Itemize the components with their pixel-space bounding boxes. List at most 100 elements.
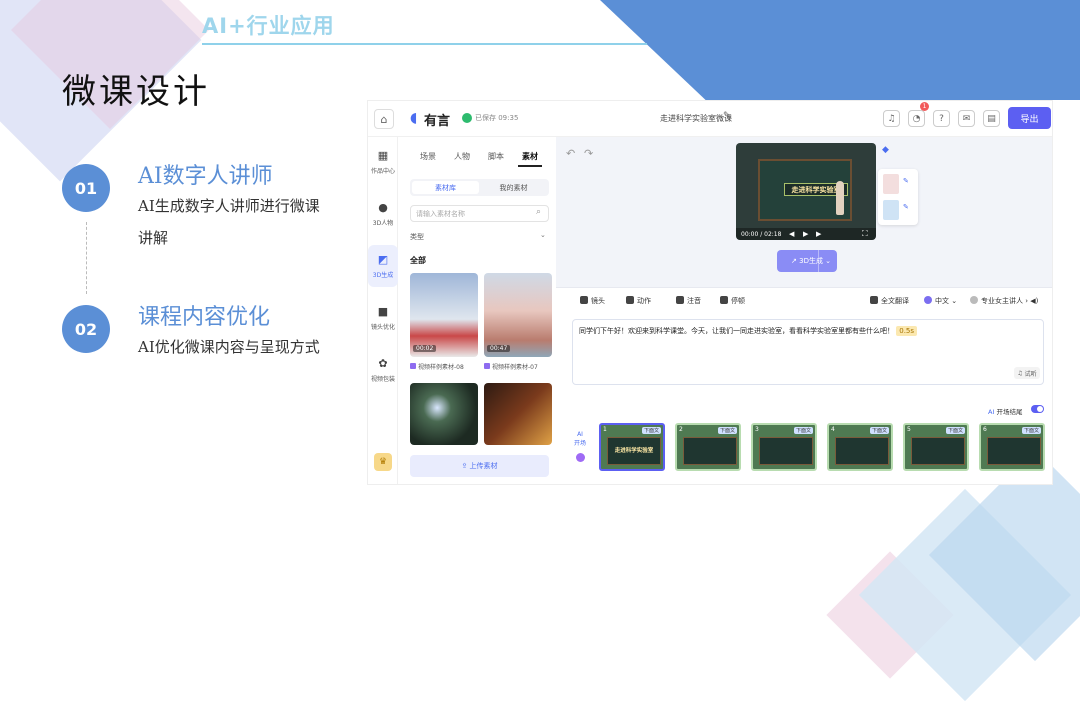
tool-shot[interactable]: 镜头 [580, 296, 605, 306]
tool-translate[interactable]: 全文翻译 [870, 296, 909, 306]
translate-icon [870, 296, 878, 304]
upload-button[interactable]: ⇪ 上传素材 [410, 455, 549, 477]
voice-select[interactable]: 专业女主讲人 › ◀) [970, 296, 1038, 306]
fullscreen-icon[interactable]: ⛶ [862, 229, 868, 239]
tool-action[interactable]: 动作 [626, 296, 651, 306]
sparkle-icon: ↗ [791, 257, 800, 265]
storyboard-frame[interactable]: 2 下面文 [675, 423, 741, 471]
pause-icon [720, 296, 728, 304]
prev-icon[interactable]: ◀ [789, 230, 794, 238]
bell-icon[interactable]: ◔ [908, 110, 925, 127]
sidebar-item-works[interactable]: ▦ 作品中心 [368, 141, 398, 183]
asset-thumbnail[interactable]: 00:47 [484, 273, 552, 357]
layer-thumb[interactable] [883, 174, 899, 194]
search-input[interactable]: 请输入素材名称 [410, 205, 549, 222]
item-description: AI优化微课内容与呈现方式 [138, 338, 320, 356]
sidebar-item-camera[interactable]: ■ 镜头优化 [368, 297, 398, 339]
headset-icon[interactable]: ♫ [883, 110, 900, 127]
layer-list: ✎ ✎ [878, 169, 918, 225]
export-button[interactable]: 导出 [1008, 107, 1051, 129]
brand-name: 有言 [424, 114, 451, 129]
film-icon: ✿ [378, 356, 388, 370]
language-select[interactable]: 中文 ⌄ [924, 296, 957, 306]
tab-assets[interactable]: 素材 [522, 151, 538, 162]
item-heading: 课程内容优化 [138, 305, 271, 330]
save-status: 已保存 09:35 [475, 114, 519, 122]
asset-thumbnail[interactable] [410, 383, 478, 445]
language-icon [924, 296, 932, 304]
ai-icon: AI [988, 408, 995, 416]
video-preview[interactable]: 走进科学实验室 00:00 / 02:18 ◀ ▶ ▶ ⛶ [736, 143, 876, 240]
video-icon [410, 363, 416, 369]
top-bar: ⌂ ◖ 有言 已保存 09:35 走进科学实验室微课 ✎ ♫ ◔ 1 ? ✉ ▤… [368, 101, 1052, 137]
grid-icon: ▦ [377, 148, 389, 162]
video-icon [484, 363, 490, 369]
asset-panel: 场景 人物 脚本 素材 素材库 我的素材 请输入素材名称 ⌕ 类型 ⌄ 全部 0… [398, 137, 556, 484]
tool-pause[interactable]: 停顿 [720, 296, 745, 306]
next-icon[interactable]: ▶ [816, 230, 821, 238]
layers-icon[interactable]: ◆ [882, 145, 889, 155]
tab-scene[interactable]: 场景 [420, 151, 436, 162]
section-tag: AI+行业应用 [202, 14, 335, 38]
listen-button[interactable]: ♫ 试听 [1014, 367, 1040, 379]
chart-icon: ◩ [377, 252, 389, 266]
sparkle-icon [576, 453, 585, 462]
home-icon[interactable]: ⌂ [374, 109, 394, 129]
chevron-down-icon[interactable]: ⌄ [540, 231, 546, 239]
upload-icon: ⇪ [461, 462, 470, 470]
edit-icon[interactable]: ✎ [723, 111, 731, 121]
headphone-icon: ♫ [1017, 369, 1023, 377]
check-icon [462, 113, 472, 123]
edit-icon[interactable]: ✎ [903, 177, 909, 185]
tab-person[interactable]: 人物 [454, 151, 470, 162]
notification-badge: 1 [920, 102, 929, 111]
document-icon[interactable]: ▤ [983, 110, 1000, 127]
storyboard-frame[interactable]: 3 下面文 [751, 423, 817, 471]
text-icon [676, 296, 684, 304]
segment-my-assets[interactable]: 我的素材 [480, 181, 547, 194]
logo-icon: ◖ [410, 110, 418, 126]
asset-thumbnail[interactable]: 00:02 [410, 273, 478, 357]
opening-ending-toggle[interactable] [1031, 405, 1044, 413]
toggle-label: AI 开场结尾 [988, 408, 1023, 416]
slide-title: 微课设计 [62, 72, 210, 112]
figure-icon [626, 296, 634, 304]
mail-icon[interactable]: ✉ [958, 110, 975, 127]
player-controls: 00:00 / 02:18 ◀ ▶ ▶ ⛶ [736, 228, 876, 240]
edit-icon[interactable]: ✎ [903, 203, 909, 211]
chevron-down-icon[interactable]: ⌄ [818, 250, 837, 272]
sidebar-item-packaging[interactable]: ✿ 视频包装 [368, 349, 398, 391]
help-icon[interactable]: ? [933, 110, 950, 127]
ai-opening-label[interactable]: AI 开场 [573, 431, 587, 447]
search-icon[interactable]: ⌕ [536, 207, 541, 217]
crown-icon[interactable]: ♛ [374, 453, 392, 471]
asset-caption: 视频样例素材-08 [410, 362, 464, 371]
pause-tag[interactable]: 0.5s [896, 326, 918, 336]
type-select[interactable]: 类型 [410, 232, 424, 242]
project-title[interactable]: 走进科学实验室微课 [660, 113, 732, 124]
storyboard-frame[interactable]: 6 下面文 [979, 423, 1045, 471]
number-badge: 01 [62, 164, 110, 212]
tool-phonetic[interactable]: 注音 [676, 296, 701, 306]
layer-thumb[interactable] [883, 200, 899, 220]
storyboard-frame[interactable]: 1 下面文 走进科学实验室 [599, 423, 665, 471]
redo-icon[interactable]: ↷ [584, 147, 593, 160]
play-icon[interactable]: ▶ [803, 230, 808, 238]
storyboard-frame[interactable]: 4 下面文 [827, 423, 893, 471]
item-description: 讲解 [138, 229, 169, 247]
item-heading: AI数字人讲师 [138, 164, 273, 189]
tab-underline [518, 165, 542, 167]
segment-library[interactable]: 素材库 [412, 181, 479, 194]
person-icon: ● [378, 200, 388, 214]
tab-script[interactable]: 脚本 [488, 151, 504, 162]
app-screenshot: ⌂ ◖ 有言 已保存 09:35 走进科学实验室微课 ✎ ♫ ◔ 1 ? ✉ ▤… [367, 100, 1053, 485]
connector-line [86, 222, 87, 294]
script-textarea[interactable]: 同学们下午好！欢迎来到科学课堂。今天，让我们一同走进实验室，看看科学实验室里都有… [572, 319, 1044, 385]
asset-thumbnail[interactable] [484, 383, 552, 445]
undo-icon[interactable]: ↶ [566, 147, 575, 160]
sidebar-item-3d-person[interactable]: ● 3D人物 [368, 193, 398, 235]
category-label: 全部 [410, 256, 426, 265]
storyboard-frame[interactable]: 5 下面文 [903, 423, 969, 471]
decor-banner [600, 0, 1080, 100]
sidebar-item-3d-generate[interactable]: ◩ 3D生成 [368, 245, 398, 287]
